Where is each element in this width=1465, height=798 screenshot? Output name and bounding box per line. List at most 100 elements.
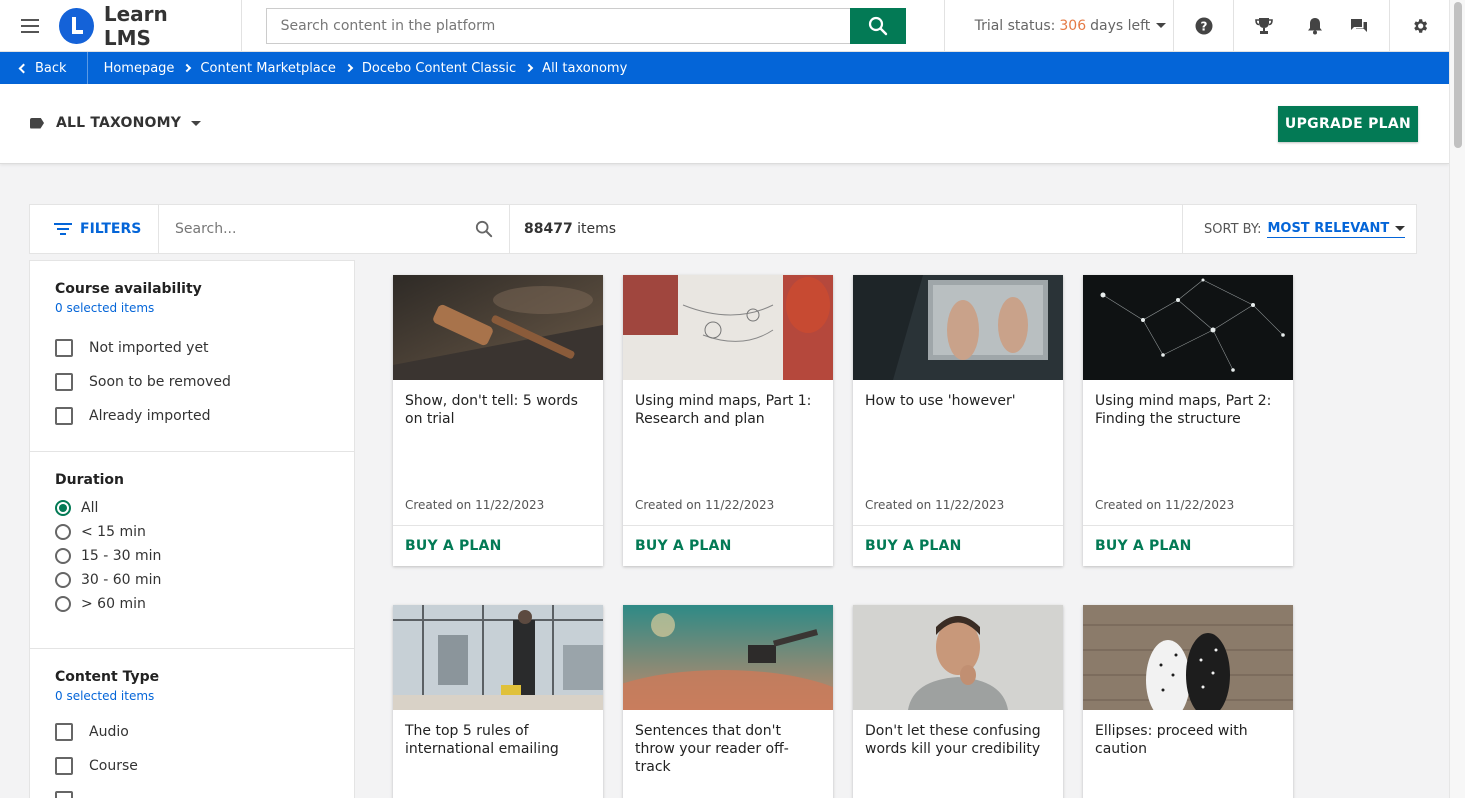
- content-card[interactable]: Using mind maps, Part 1: Research and pl…: [623, 275, 833, 566]
- checkbox[interactable]: [55, 407, 73, 425]
- trial-label: Trial status:: [974, 17, 1056, 34]
- checkbox-audio[interactable]: Audio: [55, 723, 329, 741]
- radio[interactable]: [55, 596, 71, 612]
- checkbox-course[interactable]: Course: [55, 757, 329, 775]
- breadcrumb-homepage[interactable]: Homepage: [104, 61, 185, 76]
- radio-duration-15-30[interactable]: 15 - 30 min: [55, 548, 329, 564]
- checkbox[interactable]: [55, 757, 73, 775]
- trial-status[interactable]: Trial status: 306 days left: [943, 0, 1173, 52]
- filter-course-availability: Course availability 0 selected items Not…: [30, 261, 354, 452]
- search-icon[interactable]: [475, 220, 493, 238]
- trial-days: 306: [1059, 17, 1087, 34]
- notifications-button[interactable]: [1293, 0, 1337, 52]
- brand-name: Learn LMS: [103, 1, 168, 50]
- checkbox[interactable]: [55, 723, 73, 741]
- breadcrumb: Back Homepage Content Marketplace Docebo…: [0, 52, 1449, 84]
- card-title: Using mind maps, Part 1: Research and pl…: [635, 393, 812, 427]
- card-date: Created on 11/22/2023: [405, 498, 545, 512]
- content-card[interactable]: Show, don't tell: 5 words on trial Creat…: [393, 275, 603, 566]
- global-search: [265, 7, 906, 44]
- content-card[interactable]: Sentences that don't throw your reader o…: [623, 605, 833, 798]
- catalog-toolbar: FILTERS 88477 items SORT BY: MOST RELEVA…: [29, 204, 1417, 254]
- filter-title: Content Type: [55, 669, 160, 685]
- chevron-down-icon: [191, 120, 202, 126]
- checkbox[interactable]: [55, 791, 73, 798]
- search-icon: [868, 16, 887, 35]
- content-card[interactable]: The top 5 rules of international emailin…: [393, 605, 603, 798]
- option-label: Course: [89, 758, 138, 774]
- buy-plan-button[interactable]: BUY A PLAN: [393, 525, 603, 566]
- bell-icon: [1308, 17, 1323, 34]
- radio-duration-gt60[interactable]: > 60 min: [55, 596, 329, 612]
- buy-plan-button[interactable]: BUY A PLAN: [623, 525, 833, 566]
- sort-value: MOST RELEVANT: [1267, 220, 1390, 236]
- brand[interactable]: Learn LMS: [59, 0, 242, 52]
- checkbox-already-imported[interactable]: Already imported: [55, 407, 329, 425]
- global-search-button[interactable]: [849, 7, 906, 44]
- option-label: 30 - 60 min: [81, 572, 162, 588]
- checkbox[interactable]: [55, 373, 73, 391]
- page-scrollbar[interactable]: [1449, 0, 1465, 798]
- checkbox-soon-removed[interactable]: Soon to be removed: [55, 373, 329, 391]
- checkbox-not-imported[interactable]: Not imported yet: [55, 339, 329, 357]
- help-icon: ?: [1195, 17, 1213, 34]
- radio-duration-30-60[interactable]: 30 - 60 min: [55, 572, 329, 588]
- checkbox-next[interactable]: [55, 791, 329, 798]
- card-thumbnail: [623, 605, 833, 710]
- card-thumbnail: [623, 275, 833, 380]
- settings-button[interactable]: [1389, 0, 1449, 52]
- taxonomy-label: ALL TAXONOMY: [56, 115, 182, 131]
- back-button[interactable]: Back: [0, 52, 88, 84]
- buy-plan-button[interactable]: BUY A PLAN: [1083, 525, 1293, 566]
- option-label: Soon to be removed: [89, 374, 231, 390]
- option-label: Not imported yet: [89, 340, 209, 356]
- card-thumbnail: [393, 275, 603, 380]
- top-bar: Learn LMS Trial status: 306 days left ?: [0, 0, 1449, 52]
- upgrade-plan-button[interactable]: UPGRADE PLAN: [1278, 106, 1418, 142]
- filter-title: Duration: [55, 472, 125, 488]
- taxonomy-dropdown[interactable]: ALL TAXONOMY: [30, 115, 202, 131]
- radio[interactable]: [55, 548, 71, 564]
- filters-label: FILTERS: [80, 221, 142, 237]
- checkbox[interactable]: [55, 339, 73, 357]
- sort-label: SORT BY:: [1204, 221, 1262, 237]
- content-card[interactable]: Using mind maps, Part 2: Finding the str…: [1083, 275, 1293, 566]
- tag-icon: [30, 117, 44, 129]
- help-button[interactable]: ?: [1173, 0, 1233, 52]
- buy-plan-button[interactable]: BUY A PLAN: [853, 525, 1063, 566]
- gear-icon: [1413, 18, 1427, 33]
- content-card[interactable]: Don't let these confusing words kill you…: [853, 605, 1063, 798]
- radio-duration-all[interactable]: All: [55, 500, 329, 516]
- sort-dropdown[interactable]: MOST RELEVANT: [1267, 220, 1406, 238]
- content-card[interactable]: Ellipses: proceed with caution: [1083, 605, 1293, 798]
- catalog-search: [159, 204, 510, 254]
- breadcrumb-docebo-content-classic[interactable]: Docebo Content Classic: [352, 61, 526, 76]
- achievements-button[interactable]: [1233, 0, 1293, 52]
- filters-button[interactable]: FILTERS: [30, 204, 159, 254]
- sort-control: SORT BY: MOST RELEVANT: [1182, 204, 1416, 254]
- chevron-down-icon: [1395, 225, 1406, 231]
- option-label: Already imported: [89, 408, 211, 424]
- card-title: Sentences that don't throw your reader o…: [635, 723, 789, 775]
- card-thumbnail: [853, 275, 1063, 380]
- radio-duration-lt15[interactable]: < 15 min: [55, 524, 329, 540]
- trophy-icon: [1254, 17, 1273, 34]
- item-count-suffix: items: [577, 221, 617, 237]
- card-thumbnail: [393, 605, 603, 710]
- content-card[interactable]: How to use 'however' Created on 11/22/20…: [853, 275, 1063, 566]
- scrollbar-thumb[interactable]: [1454, 2, 1462, 148]
- chat-icon: [1351, 18, 1368, 32]
- radio[interactable]: [55, 524, 71, 540]
- menu-icon[interactable]: [0, 0, 59, 52]
- messages-button[interactable]: [1337, 0, 1381, 52]
- catalog-search-input[interactable]: [175, 221, 455, 237]
- card-title: Ellipses: proceed with caution: [1095, 723, 1248, 757]
- global-search-input[interactable]: [265, 7, 850, 44]
- option-label: > 60 min: [81, 596, 146, 612]
- breadcrumb-content-marketplace[interactable]: Content Marketplace: [190, 61, 346, 76]
- radio[interactable]: [55, 572, 71, 588]
- option-label: Audio: [89, 724, 129, 740]
- filter-duration: Duration All < 15 min 15 - 30 min 30 - 6…: [30, 452, 354, 649]
- radio-selected[interactable]: [55, 500, 71, 516]
- filter-selected-count: 0 selected items: [55, 301, 155, 315]
